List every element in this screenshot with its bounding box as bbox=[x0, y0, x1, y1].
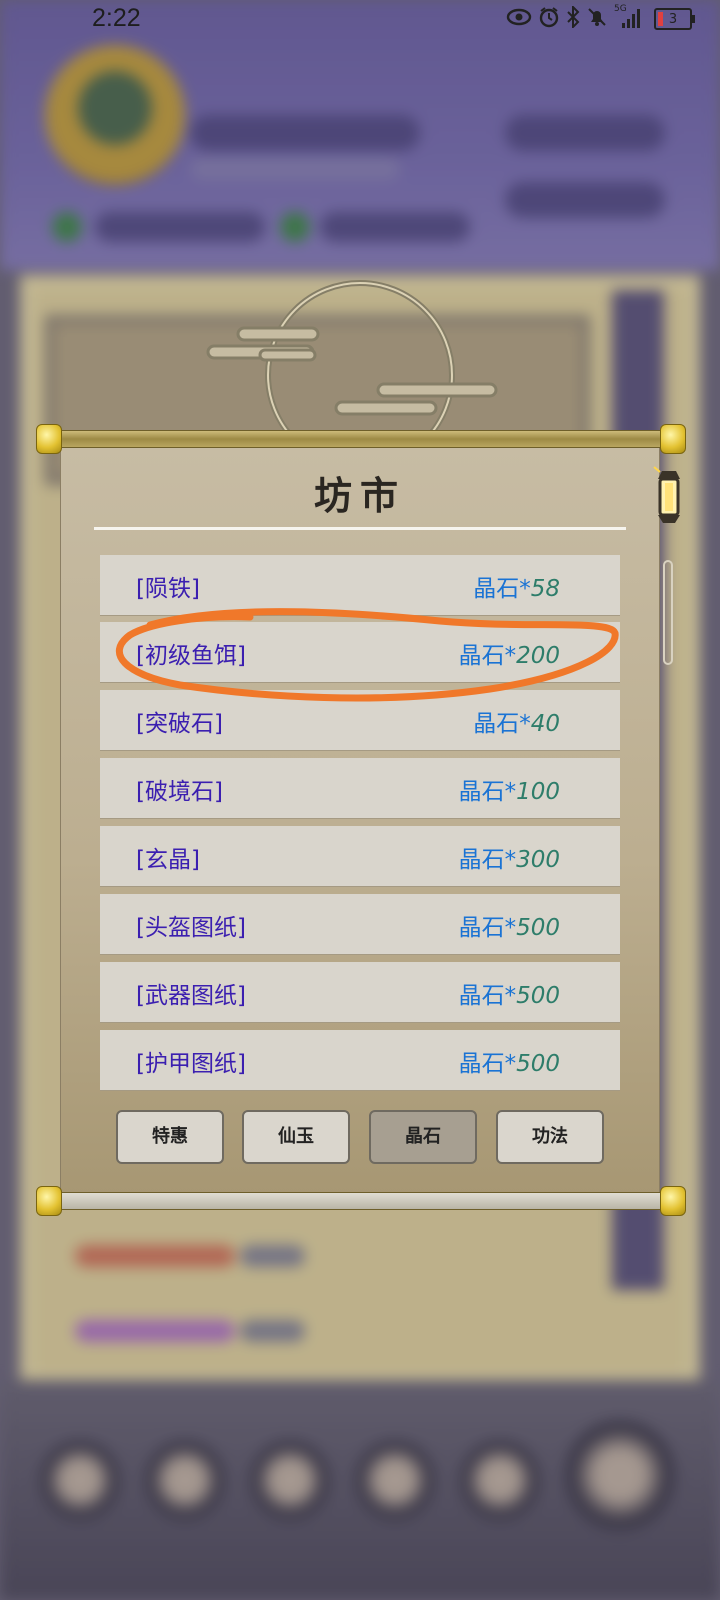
item-name: [陨铁] bbox=[136, 576, 200, 602]
market-title: 坊市 bbox=[313, 473, 406, 518]
eye-icon bbox=[506, 8, 532, 30]
signal-icon: 5G bbox=[614, 3, 642, 32]
price-amount: 500 bbox=[516, 983, 560, 1009]
price-currency: 晶石* bbox=[458, 779, 517, 805]
moon-emblem-icon bbox=[206, 280, 498, 440]
market-item-row[interactable]: [护甲图纸] 晶石*500 bbox=[100, 1030, 620, 1090]
battery-level: 3 bbox=[668, 11, 678, 27]
scroll-bottom-rod bbox=[40, 1192, 682, 1210]
price-amount: 500 bbox=[516, 915, 560, 941]
item-price: 晶石*500 bbox=[459, 908, 560, 942]
item-name: [头盔图纸] bbox=[136, 915, 246, 941]
bluetooth-icon bbox=[566, 4, 580, 32]
item-name: [初级鱼饵] bbox=[136, 643, 246, 669]
status-time: 2:22 bbox=[92, 4, 141, 32]
item-price: 晶石*500 bbox=[459, 1044, 560, 1078]
tab-techniques[interactable]: 功法 bbox=[496, 1110, 604, 1164]
price-currency: 晶石* bbox=[458, 643, 517, 669]
price-amount: 500 bbox=[516, 1051, 560, 1077]
price-currency: 晶石* bbox=[473, 576, 531, 602]
tab-crystal[interactable]: 晶石 bbox=[369, 1110, 477, 1164]
price-currency: 晶石* bbox=[458, 847, 517, 873]
alarm-icon bbox=[538, 6, 560, 32]
item-price: 晶石*40 bbox=[473, 704, 560, 738]
status-bar: 2:22 5G 3 bbox=[0, 0, 720, 36]
price-currency: 晶石* bbox=[473, 711, 531, 737]
market-item-row[interactable]: [武器图纸] 晶石*500 bbox=[100, 962, 620, 1022]
item-price: 晶石*200 bbox=[459, 636, 560, 670]
tab-jade[interactable]: 仙玉 bbox=[242, 1110, 350, 1164]
network-label: 5G bbox=[614, 3, 627, 14]
item-price: 晶石*58 bbox=[473, 569, 560, 603]
item-price: 晶石*500 bbox=[459, 976, 560, 1010]
battery-icon: 3 bbox=[654, 8, 695, 30]
item-name: [护甲图纸] bbox=[136, 1051, 246, 1077]
scroll-top-rod bbox=[40, 430, 682, 448]
lantern-string bbox=[663, 560, 673, 665]
title-divider bbox=[94, 527, 626, 530]
item-name: [破境石] bbox=[136, 779, 223, 805]
scroll-rod-cap-icon bbox=[36, 424, 62, 454]
item-price: 晶石*100 bbox=[459, 772, 560, 806]
scroll-rod-cap-icon bbox=[660, 424, 686, 454]
price-amount: 100 bbox=[516, 779, 560, 805]
item-name: [玄晶] bbox=[136, 847, 200, 873]
scroll-rod-cap-icon bbox=[660, 1186, 686, 1216]
item-name: [突破石] bbox=[136, 711, 223, 737]
item-price: 晶石*300 bbox=[459, 840, 560, 874]
item-name: [武器图纸] bbox=[136, 983, 246, 1009]
price-amount: 40 bbox=[530, 711, 560, 737]
tab-special-offers[interactable]: 特惠 bbox=[116, 1110, 224, 1164]
scroll-rod-cap-icon bbox=[36, 1186, 62, 1216]
price-currency: 晶石* bbox=[458, 915, 517, 941]
price-amount: 200 bbox=[516, 643, 560, 669]
market-item-row[interactable]: [头盔图纸] 晶石*500 bbox=[100, 894, 620, 954]
market-item-row[interactable]: [玄晶] 晶石*300 bbox=[100, 826, 620, 886]
price-currency: 晶石* bbox=[458, 983, 517, 1009]
price-amount: 58 bbox=[530, 576, 560, 602]
market-item-row[interactable]: [初级鱼饵] 晶石*200 bbox=[100, 622, 620, 682]
market-item-row[interactable]: [突破石] 晶石*40 bbox=[100, 690, 620, 750]
price-amount: 300 bbox=[516, 847, 560, 873]
mute-icon bbox=[586, 6, 608, 32]
price-currency: 晶石* bbox=[458, 1051, 517, 1077]
market-item-row[interactable]: [陨铁] 晶石*58 bbox=[100, 555, 620, 615]
market-item-row[interactable]: [破境石] 晶石*100 bbox=[100, 758, 620, 818]
